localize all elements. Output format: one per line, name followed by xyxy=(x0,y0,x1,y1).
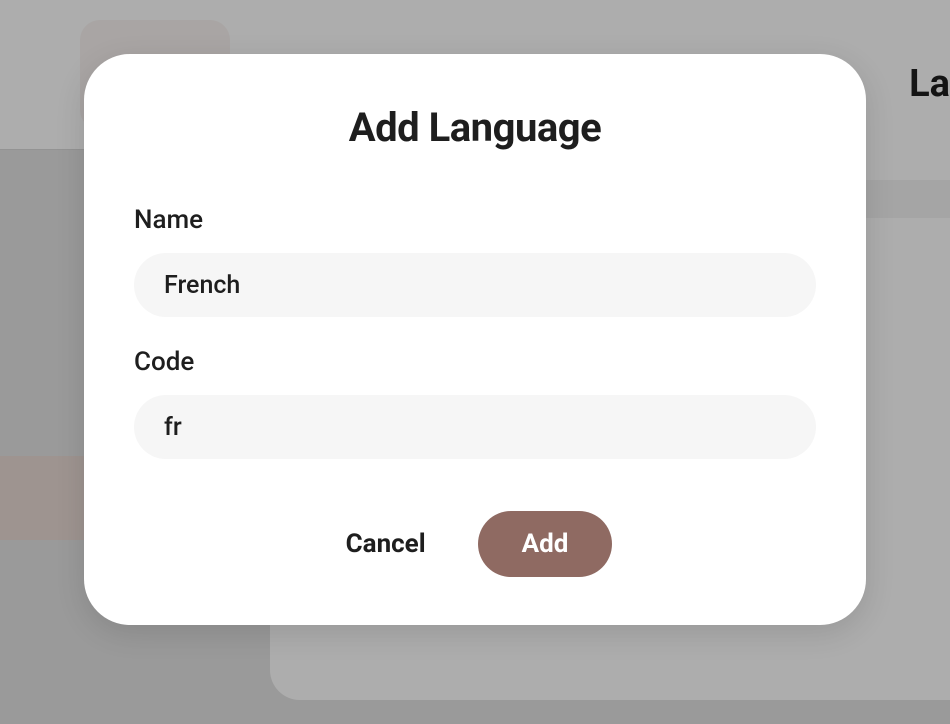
code-label: Code xyxy=(134,347,816,377)
cancel-button[interactable]: Cancel xyxy=(338,513,434,575)
code-field: Code xyxy=(134,347,816,459)
name-label: Name xyxy=(134,205,816,235)
code-input[interactable] xyxy=(134,395,816,459)
name-input[interactable] xyxy=(134,253,816,317)
name-field: Name xyxy=(134,205,816,317)
modal-title: Add Language xyxy=(134,104,816,151)
add-language-modal: Add Language Name Code Cancel Add xyxy=(84,54,866,625)
modal-overlay[interactable]: Add Language Name Code Cancel Add xyxy=(0,0,950,724)
modal-actions: Cancel Add xyxy=(134,511,816,577)
add-button[interactable]: Add xyxy=(478,511,613,577)
